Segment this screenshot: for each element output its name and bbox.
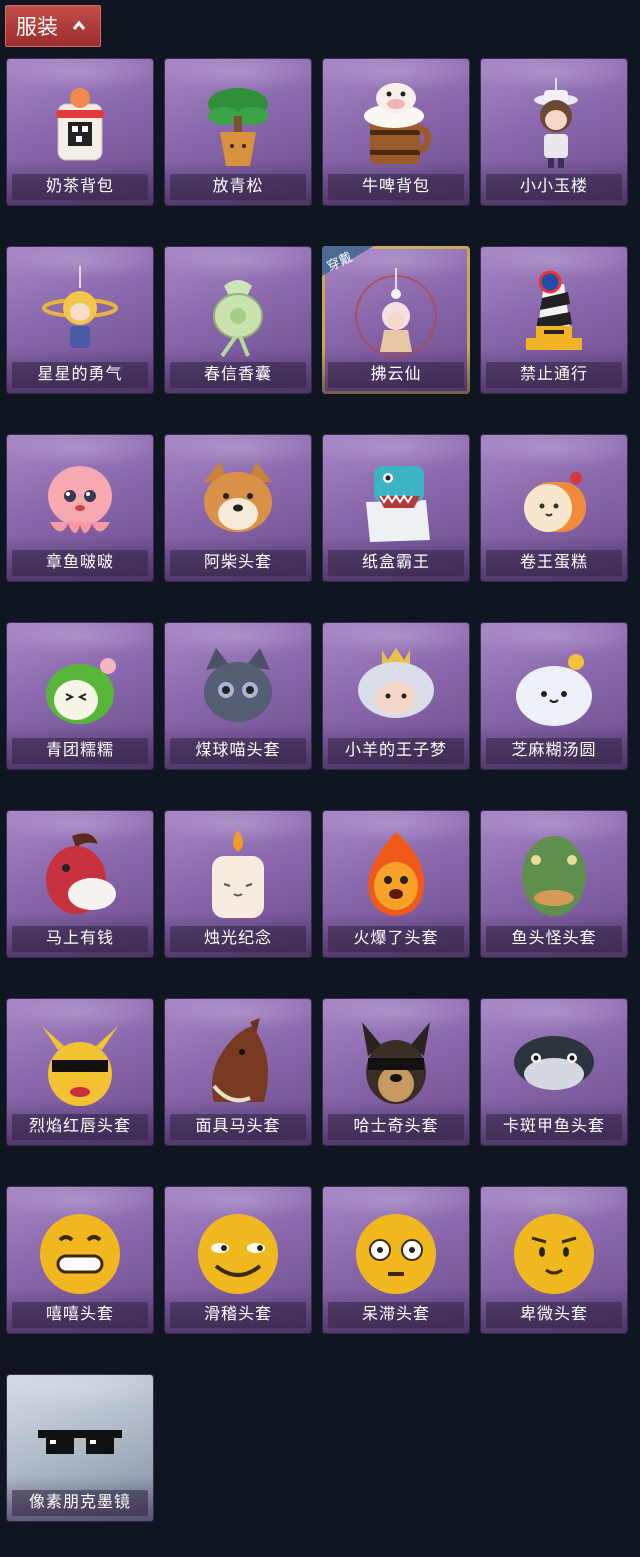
- costume-name: 火爆了头套: [353, 928, 439, 947]
- lamb-prince-icon: [358, 648, 434, 718]
- costume-name: 嘻嘻头套: [45, 1304, 114, 1323]
- no-entry-cone-icon: [526, 270, 582, 350]
- costume-card[interactable]: 马上有钱: [6, 810, 154, 958]
- milk-tea-backpack-icon: [56, 88, 104, 161]
- horse-mask-icon: [212, 1018, 268, 1103]
- category-tab-label: 服装: [16, 15, 58, 39]
- costume-card[interactable]: 禁止通行: [480, 246, 628, 394]
- costume-name: 阿柴头套: [203, 552, 272, 571]
- costume-card[interactable]: 放青松: [164, 58, 312, 206]
- costume-card[interactable]: 滑稽头套: [164, 1186, 312, 1334]
- costume-name: 呆滞头套: [361, 1304, 430, 1323]
- costume-name: 放青松: [212, 176, 264, 195]
- green-riceball-icon: [46, 658, 116, 724]
- equipped-badge: 穿戴: [322, 246, 374, 276]
- costume-card-equipped[interactable]: 穿戴 拂云仙: [322, 246, 470, 394]
- fuyun-fairy-icon: [355, 268, 437, 357]
- costume-card[interactable]: 春信香囊: [164, 246, 312, 394]
- costume-card[interactable]: 卷王蛋糕: [480, 434, 628, 582]
- costume-card[interactable]: 卡斑甲鱼头套: [480, 998, 628, 1146]
- costume-card[interactable]: 卑微头套: [480, 1186, 628, 1334]
- costume-card[interactable]: 烈焰红唇头套: [6, 998, 154, 1146]
- costume-name: 纸盒霸王: [361, 552, 430, 571]
- star-keychain-icon: [42, 266, 118, 348]
- costume-card[interactable]: 小羊的王子梦: [322, 622, 470, 770]
- fish-head-mask-icon: [522, 836, 586, 916]
- smirk-emoji-icon: [198, 1214, 278, 1294]
- costume-name: 奶茶背包: [45, 176, 114, 195]
- costume-name: 芝麻糊汤圆: [511, 740, 597, 759]
- costume-card[interactable]: 小小玉楼: [480, 58, 628, 206]
- costume-name: 烈焰红唇头套: [28, 1116, 131, 1135]
- costume-card[interactable]: 芝麻糊汤圆: [480, 622, 628, 770]
- candle-mask-icon: [212, 830, 264, 918]
- costume-card[interactable]: 鱼头怪头套: [480, 810, 628, 958]
- fireball-mask-icon: [368, 832, 425, 916]
- costume-card[interactable]: 嘻嘻头套: [6, 1186, 154, 1334]
- costume-name: 卡斑甲鱼头套: [502, 1116, 605, 1135]
- costume-card[interactable]: 呆滞头套: [322, 1186, 470, 1334]
- costume-card[interactable]: 面具马头套: [164, 998, 312, 1146]
- pine-bonsai-icon: [208, 88, 268, 166]
- costume-card[interactable]: 奶茶背包: [6, 58, 154, 206]
- costume-name: 鱼头怪头套: [511, 928, 597, 947]
- pixel-sunglasses-icon: [38, 1430, 122, 1454]
- costume-name: 春信香囊: [203, 364, 272, 383]
- costume-card[interactable]: 纸盒霸王: [322, 434, 470, 582]
- costume-name: 烛光纪念: [203, 928, 272, 947]
- costume-name: 卷王蛋糕: [519, 552, 588, 571]
- octopus-icon: [48, 466, 112, 533]
- dazed-emoji-icon: [356, 1214, 436, 1294]
- costume-card[interactable]: 星星的勇气: [6, 246, 154, 394]
- costume-name: 马上有钱: [45, 928, 114, 947]
- costume-name: 牛啤背包: [361, 176, 430, 195]
- sachet-icon: [213, 280, 263, 358]
- costume-name: 哈士奇头套: [353, 1116, 439, 1135]
- costume-card[interactable]: 火爆了头套: [322, 810, 470, 958]
- tangyuan-icon: [516, 654, 592, 726]
- costume-name: 滑稽头套: [203, 1304, 272, 1323]
- chevron-up-icon: [72, 20, 86, 30]
- yellow-mask-sunglasses-icon: [42, 1026, 118, 1106]
- costume-grid: 奶茶背包 放青松 牛啤背包 小小玉楼 星星的勇气 春信香囊 穿戴 拂云仙 禁止通…: [6, 58, 628, 1522]
- costume-name: 像素朋克墨镜: [28, 1492, 131, 1511]
- red-horse-mask-icon: [46, 833, 116, 914]
- costume-card[interactable]: 青团糯糯: [6, 622, 154, 770]
- costume-name: 青团糯糯: [45, 740, 114, 759]
- humble-emoji-icon: [514, 1214, 594, 1294]
- costume-card[interactable]: 像素朋克墨镜: [6, 1374, 154, 1522]
- costume-name: 卑微头套: [519, 1304, 588, 1323]
- armored-fish-icon: [514, 1036, 594, 1090]
- costume-name: 禁止通行: [519, 364, 588, 383]
- black-cat-mask-icon: [204, 648, 272, 722]
- costume-name: 面具马头套: [195, 1116, 281, 1135]
- costume-card[interactable]: 阿柴头套: [164, 434, 312, 582]
- category-tab-costume[interactable]: 服装: [5, 5, 101, 47]
- cake-roll-icon: [524, 472, 586, 532]
- costume-name: 拂云仙: [370, 364, 422, 383]
- costume-name: 星星的勇气: [37, 364, 123, 383]
- chibi-figure-icon: [534, 78, 578, 168]
- costume-card[interactable]: 牛啤背包: [322, 58, 470, 206]
- dog-mask-sunglasses-icon: [362, 1022, 430, 1104]
- beer-cow-backpack-icon: [364, 83, 432, 164]
- box-dinosaur-icon: [366, 466, 430, 542]
- grin-emoji-icon: [40, 1214, 120, 1294]
- costume-name: 小羊的王子梦: [344, 740, 447, 759]
- costume-card[interactable]: 烛光纪念: [164, 810, 312, 958]
- costume-name: 煤球喵头套: [195, 740, 281, 759]
- costume-card[interactable]: 章鱼啵啵: [6, 434, 154, 582]
- costume-card[interactable]: 哈士奇头套: [322, 998, 470, 1146]
- shiba-mask-icon: [204, 462, 272, 532]
- costume-card[interactable]: 煤球喵头套: [164, 622, 312, 770]
- costume-name: 章鱼啵啵: [45, 552, 114, 571]
- costume-name: 小小玉楼: [519, 176, 588, 195]
